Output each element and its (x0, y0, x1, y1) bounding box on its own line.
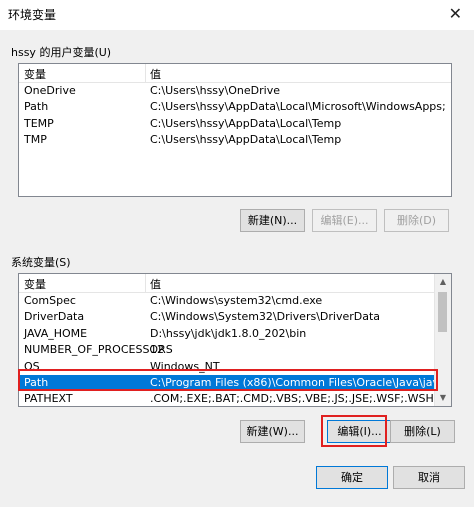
table-row[interactable]: NUMBER_OF_PROCESSORS 12 (19, 342, 451, 358)
header-divider (145, 64, 146, 82)
header-value[interactable]: 值 (150, 276, 161, 292)
variable-value: .COM;.EXE;.BAT;.CMD;.VBS;.VBE;.JS;.JSE;.… (150, 392, 452, 406)
variable-name: DriverData (24, 310, 85, 324)
variable-name: TEMP (24, 116, 54, 130)
system-vars-header: 变量 值 (19, 274, 451, 293)
variable-name: OneDrive (24, 84, 76, 97)
highlight-box-edit-button (321, 415, 387, 447)
variable-name: JAVA_HOME (24, 326, 88, 340)
scroll-thumb[interactable] (438, 292, 447, 332)
user-vars-header: 变量 值 (19, 64, 451, 83)
variable-value: C:\Users\hssy\AppData\Local\Temp (150, 116, 342, 130)
user-delete-button: 删除(D) (384, 209, 449, 232)
variable-name: TMP (24, 133, 47, 147)
system-vars-label: 系统变量(S) (11, 256, 71, 269)
user-vars-rows: OneDrive C:\Users\hssy\OneDrive Path C:\Use… (19, 83, 451, 149)
variable-value: C:\Users\hssy\OneDrive (150, 84, 280, 97)
header-value[interactable]: 值 (150, 66, 161, 82)
variable-value: D:\hssy\jdk\jdk1.8.0_202\bin (150, 326, 307, 340)
variable-name: Path (24, 100, 49, 114)
table-row[interactable]: TMP C:\Users\hssy\AppData\Local\Temp (19, 132, 451, 148)
window-title: 环境变量 (8, 8, 57, 22)
header-variable[interactable]: 变量 (24, 276, 46, 292)
user-edit-button: 编辑(E)... (312, 209, 377, 232)
title-bar: 环境变量 ✕ (0, 0, 474, 30)
variable-value: C:\Windows\System32\Drivers\DriverData (150, 310, 381, 324)
header-divider (145, 274, 146, 292)
table-row[interactable]: TEMP C:\Users\hssy\AppData\Local\Temp (19, 116, 451, 132)
table-row[interactable]: PATHEXT .COM;.EXE;.BAT;.CMD;.VBS;.VBE;.JS… (19, 391, 452, 406)
highlight-box-path-row (18, 369, 438, 391)
scroll-up-icon[interactable]: ▲ (435, 274, 451, 290)
close-icon[interactable]: ✕ (449, 4, 462, 23)
user-new-button[interactable]: 新建(N)... (240, 209, 305, 232)
variable-value: C:\Users\hssy\AppData\Local\Microsoft\Wi… (150, 100, 446, 114)
header-variable[interactable]: 变量 (24, 66, 46, 82)
system-delete-button[interactable]: 删除(L) (390, 420, 455, 443)
user-vars-list[interactable]: 变量 值 OneDrive C:\Users\hssy\OneDrive Path C… (18, 63, 452, 197)
variable-value: C:\Users\hssy\AppData\Local\Temp (150, 133, 342, 147)
system-new-button[interactable]: 新建(W)... (240, 420, 305, 443)
user-vars-label: hssy 的用户变量(U) (11, 46, 112, 59)
table-row[interactable]: OneDrive C:\Users\hssy\OneDrive (19, 83, 451, 99)
cancel-button[interactable]: 取消 (393, 466, 465, 489)
variable-value: C:\Windows\system32\cmd.exe (150, 294, 323, 307)
variable-name: ComSpec (24, 294, 76, 307)
variable-value: 12 (150, 343, 164, 357)
table-row[interactable]: DriverData C:\Windows\System32\Drivers\Dr… (19, 309, 451, 325)
ok-button[interactable]: 确定 (316, 466, 388, 489)
scroll-down-icon[interactable]: ▼ (435, 390, 451, 406)
variable-name: PATHEXT (24, 392, 73, 406)
table-row[interactable]: ComSpec C:\Windows\system32\cmd.exe (19, 293, 451, 309)
table-row[interactable]: Path C:\Users\hssy\AppData\Local\Microsof… (19, 99, 451, 115)
table-row[interactable]: JAVA_HOME D:\hssy\jdk\jdk1.8.0_202\bin (19, 326, 451, 342)
